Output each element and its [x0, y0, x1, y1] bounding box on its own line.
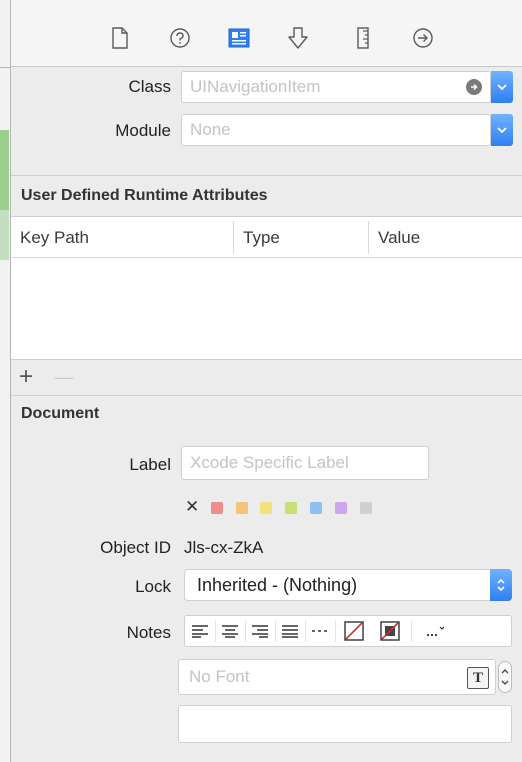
- notes-font-field[interactable]: No Font T: [178, 659, 496, 695]
- size-inspector-icon[interactable]: [351, 24, 375, 52]
- object-id-label: Object ID: [100, 538, 171, 557]
- align-right-icon[interactable]: [247, 616, 273, 646]
- document-label-field[interactable]: Xcode Specific Label: [181, 446, 429, 480]
- inspector-tab-bar: [11, 0, 522, 67]
- editor-edge-highlight-secondary: [0, 210, 9, 260]
- no-background-color-icon[interactable]: [373, 616, 407, 646]
- font-picker-icon[interactable]: T: [467, 667, 489, 689]
- font-size-stepper[interactable]: [498, 661, 512, 693]
- up-down-chevron-icon: [497, 578, 505, 592]
- more-options-icon[interactable]: [417, 616, 451, 646]
- notes-formatting-bar: [184, 615, 512, 647]
- add-attribute-button[interactable]: +: [19, 364, 33, 390]
- align-center-icon[interactable]: [217, 616, 243, 646]
- document-title: Document: [21, 405, 100, 422]
- runtime-attributes-title: User Defined Runtime Attributes: [21, 187, 268, 204]
- add-remove-bar: + —: [11, 362, 522, 394]
- label-color-purple[interactable]: [335, 502, 347, 514]
- label-color-orange[interactable]: [236, 502, 248, 514]
- editor-edge-highlight: [0, 130, 9, 210]
- column-header-type[interactable]: Type: [234, 217, 368, 258]
- class-label: Class: [128, 77, 171, 96]
- identity-inspector-panel: Class UINavigationItem Module None User …: [11, 0, 522, 762]
- document-label-placeholder: Xcode Specific Label: [190, 453, 349, 472]
- file-inspector-icon[interactable]: [108, 24, 132, 52]
- connections-inspector-icon[interactable]: [411, 24, 435, 52]
- remove-attribute-button[interactable]: —: [55, 364, 73, 390]
- runtime-attributes-table[interactable]: Key Path Type Value: [11, 216, 522, 360]
- notes-label: Notes: [126, 623, 171, 642]
- chevron-down-icon: [497, 127, 507, 134]
- module-placeholder: None: [190, 120, 231, 139]
- attributes-inspector-icon[interactable]: [286, 24, 310, 52]
- lock-popup-button[interactable]: [490, 569, 512, 601]
- no-text-color-icon[interactable]: [337, 616, 371, 646]
- class-placeholder: UINavigationItem: [190, 77, 321, 96]
- section-divider: [11, 395, 522, 396]
- editor-edge: [0, 0, 11, 762]
- chevron-down-icon: [497, 84, 507, 91]
- editor-toolbar-line: [0, 67, 11, 68]
- object-id-value: Jls-cx-ZkA: [184, 538, 264, 557]
- label-color-green[interactable]: [285, 502, 297, 514]
- identity-inspector-icon[interactable]: [227, 24, 251, 52]
- section-divider: [11, 175, 522, 176]
- class-dropdown-button[interactable]: [491, 71, 513, 103]
- align-natural-icon[interactable]: [307, 616, 333, 646]
- column-header-value[interactable]: Value: [369, 217, 519, 258]
- label-color-yellow[interactable]: [260, 502, 272, 514]
- align-justify-icon[interactable]: [277, 616, 303, 646]
- label-color-red[interactable]: [211, 502, 223, 514]
- label-color-gray[interactable]: [360, 502, 372, 514]
- lock-label: Lock: [135, 577, 171, 596]
- table-header: Key Path Type Value: [11, 217, 522, 258]
- quick-help-icon[interactable]: [168, 24, 192, 52]
- lock-popup[interactable]: Inherited - (Nothing): [184, 569, 512, 601]
- label-color-blue[interactable]: [310, 502, 322, 514]
- lock-value: Inherited - (Nothing): [197, 574, 358, 595]
- module-field[interactable]: None: [181, 114, 491, 146]
- font-placeholder: No Font: [189, 667, 250, 686]
- class-field[interactable]: UINavigationItem: [181, 71, 491, 103]
- column-header-key-path[interactable]: Key Path: [11, 217, 231, 258]
- clear-label-color-icon[interactable]: ✕: [185, 497, 199, 517]
- notes-text-field[interactable]: [178, 705, 512, 743]
- module-dropdown-button[interactable]: [491, 114, 513, 146]
- label-label: Label: [129, 455, 171, 474]
- module-label: Module: [115, 121, 171, 140]
- align-left-icon[interactable]: [187, 616, 213, 646]
- go-to-class-icon[interactable]: [466, 79, 482, 95]
